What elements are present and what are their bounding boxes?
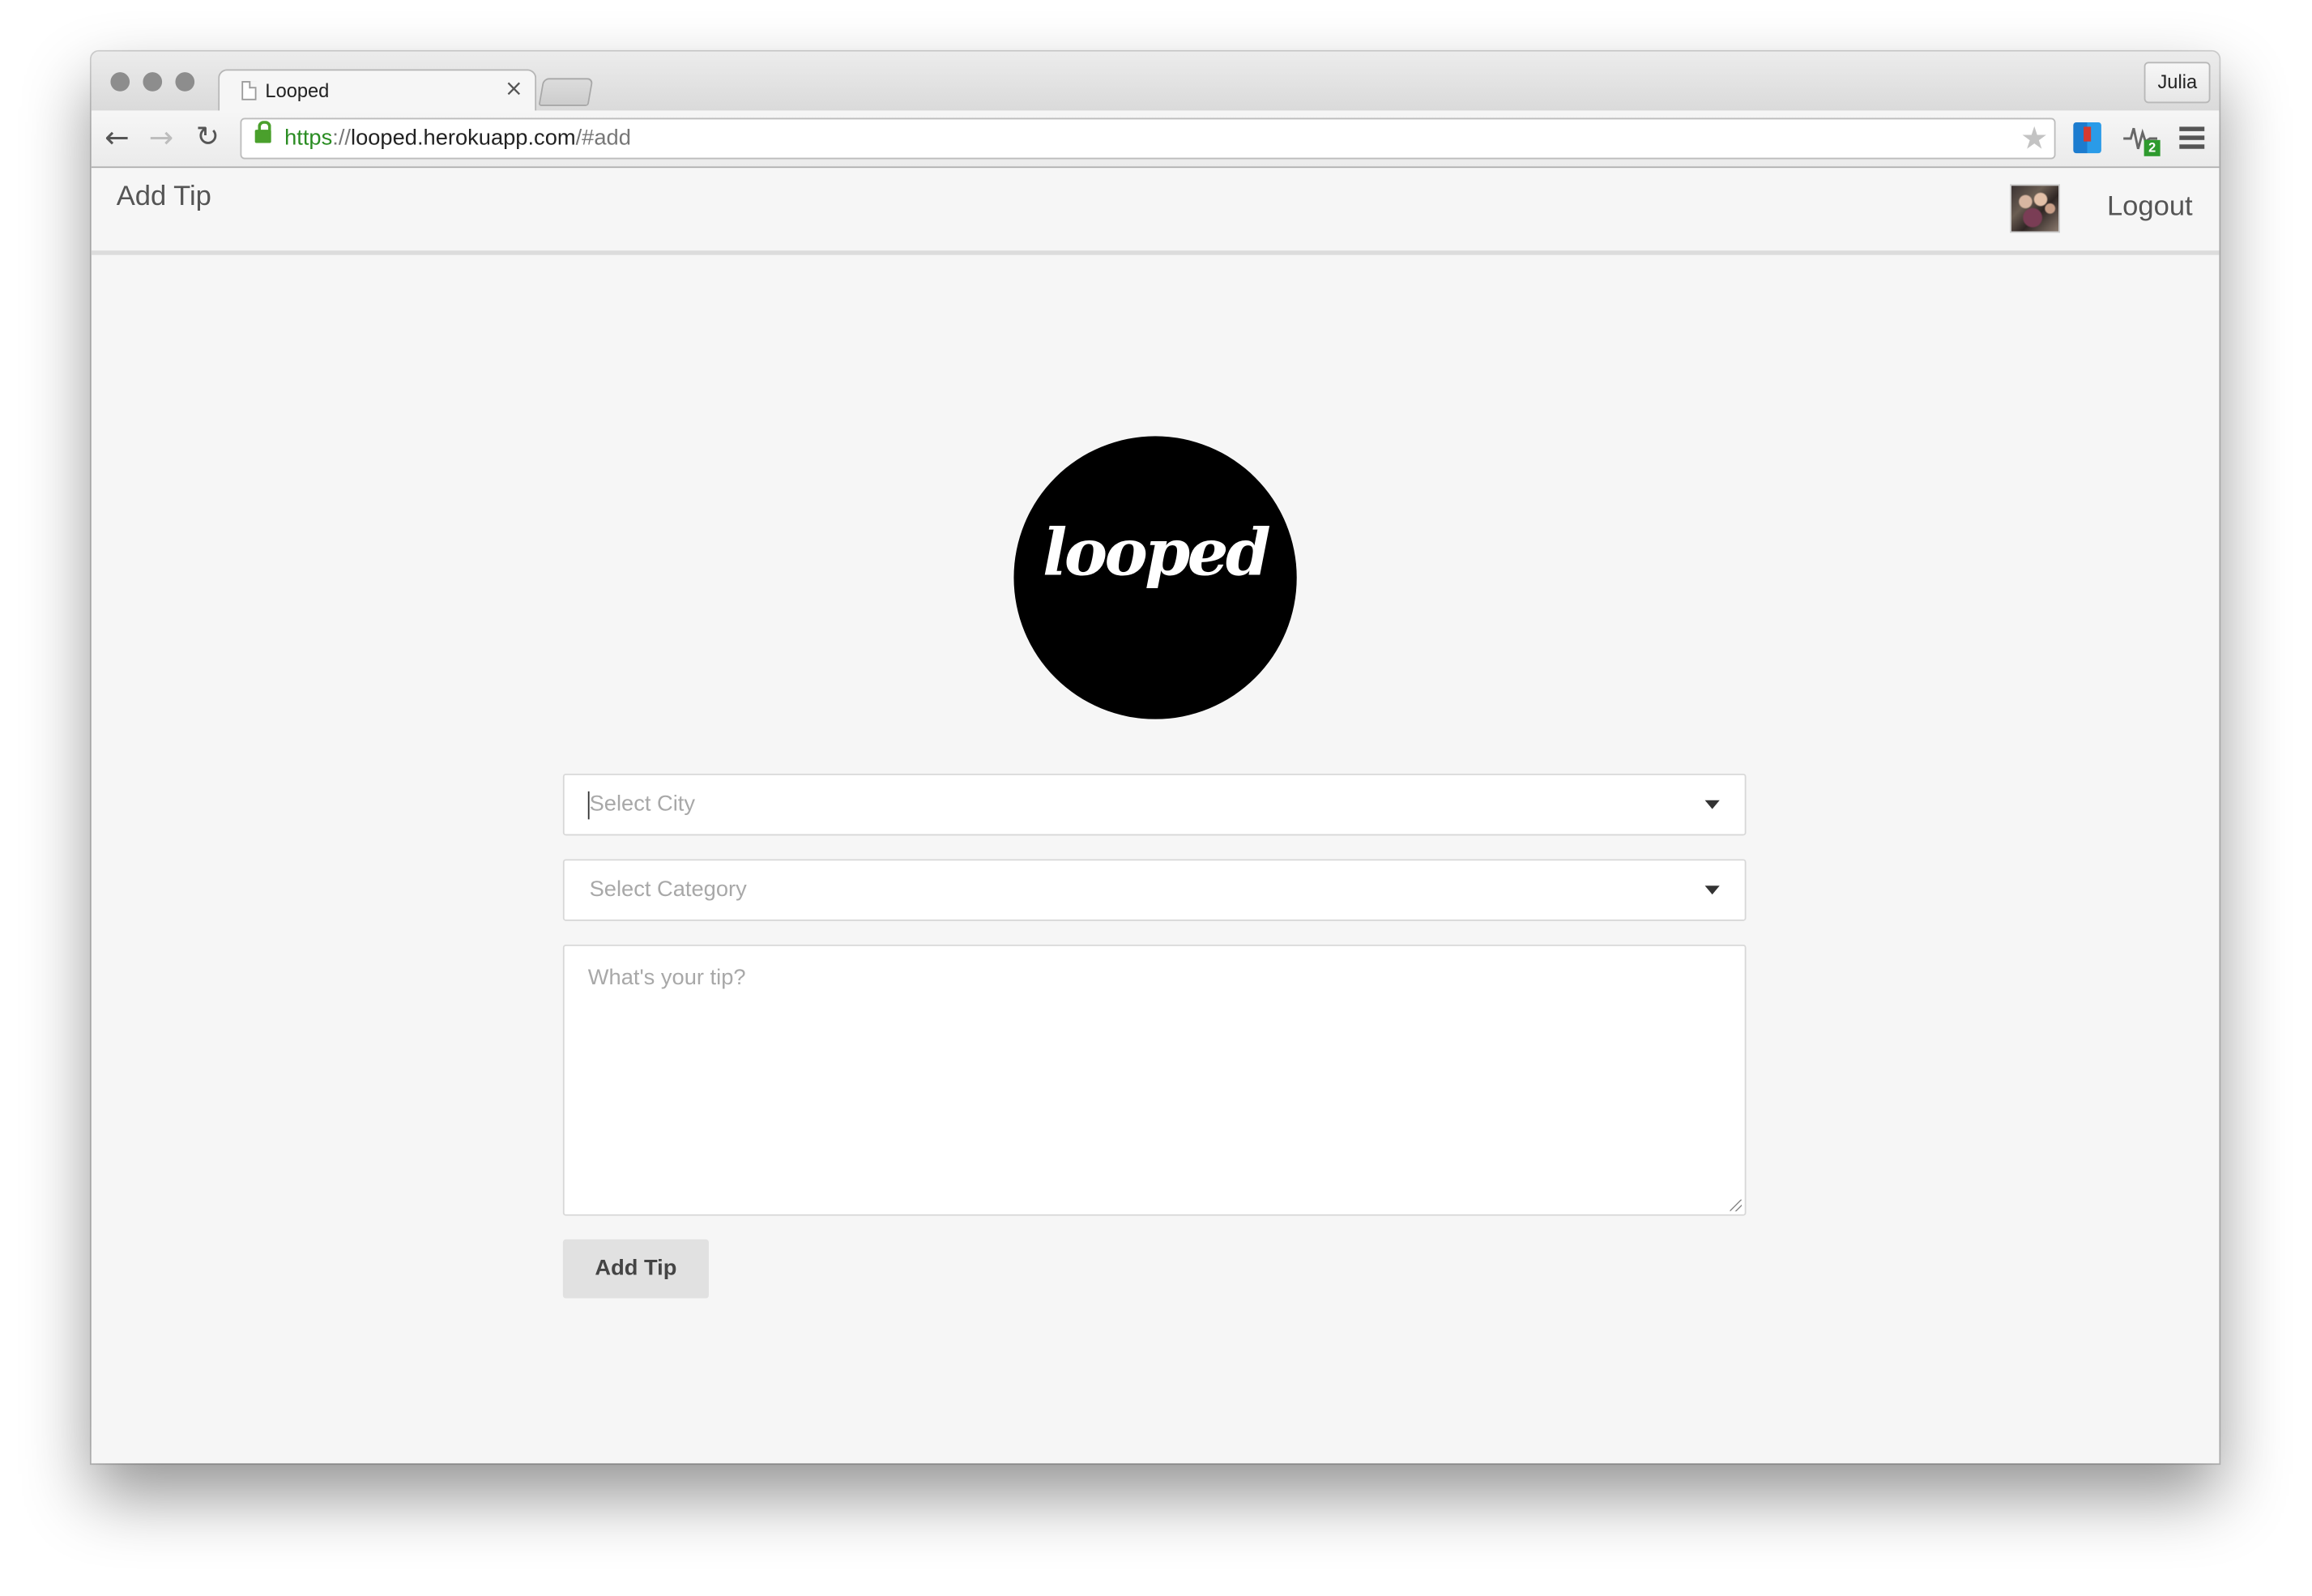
- url-text: https://looped.herokuapp.com/#add: [284, 126, 631, 151]
- profile-button[interactable]: Julia: [2144, 62, 2211, 104]
- url-scheme: https: [284, 125, 333, 151]
- city-select-placeholder: Select City: [589, 791, 696, 817]
- city-select[interactable]: Select City: [562, 773, 1747, 836]
- add-tip-button[interactable]: Add Tip: [562, 1239, 709, 1299]
- menu-icon[interactable]: [2179, 126, 2205, 149]
- chevron-down-icon[interactable]: [1704, 800, 1720, 809]
- logo-text: looped: [1042, 515, 1271, 591]
- bookmark-star-icon[interactable]: ★: [2020, 121, 2048, 156]
- tip-textarea[interactable]: What's your tip?: [562, 944, 1747, 1216]
- tab-close-icon[interactable]: ×: [505, 75, 523, 102]
- address-bar[interactable]: https://looped.herokuapp.com/#add ★: [240, 117, 2056, 160]
- browser-toolbar: ← → ↻ https://looped.herokuapp.com/#add …: [91, 110, 2220, 169]
- page-content: Add Tip Logout looped Select City Select…: [91, 168, 2220, 1464]
- tip-textarea-placeholder: What's your tip?: [587, 965, 746, 991]
- extension-icon[interactable]: [2073, 122, 2101, 154]
- avatar[interactable]: [2010, 184, 2060, 233]
- chevron-down-icon[interactable]: [1704, 885, 1720, 895]
- browser-window: Looped × Julia ← → ↻ https://looped.hero…: [91, 51, 2220, 1464]
- page-title: Add Tip: [116, 181, 211, 212]
- zoom-window-button[interactable]: [175, 72, 195, 92]
- pulse-extension-icon[interactable]: 2: [2122, 119, 2161, 157]
- minimize-window-button[interactable]: [143, 72, 163, 92]
- url-path: /#add: [575, 125, 631, 151]
- url-separator: ://: [332, 125, 352, 151]
- new-tab-button[interactable]: [538, 78, 594, 106]
- logout-link[interactable]: Logout: [2107, 191, 2193, 224]
- forward-arrow-icon[interactable]: →: [149, 121, 173, 153]
- resize-handle-icon[interactable]: [1730, 1199, 1743, 1212]
- looped-logo: looped: [1013, 436, 1297, 719]
- extension-badge: 2: [2144, 139, 2161, 156]
- reload-icon[interactable]: ↻: [196, 121, 220, 153]
- category-select[interactable]: Select Category: [562, 859, 1747, 921]
- lock-icon: [254, 121, 271, 143]
- close-window-button[interactable]: [110, 72, 130, 92]
- app-header: Add Tip Logout: [91, 168, 2220, 255]
- page-icon: [241, 81, 257, 100]
- category-select-placeholder: Select Category: [589, 877, 747, 903]
- url-host: looped.herokuapp.com: [351, 125, 576, 151]
- tab-title: Looped: [265, 79, 330, 102]
- back-arrow-icon[interactable]: ←: [105, 121, 129, 153]
- browser-tab[interactable]: Looped ×: [218, 69, 537, 113]
- tab-strip: Looped × Julia: [91, 51, 2220, 113]
